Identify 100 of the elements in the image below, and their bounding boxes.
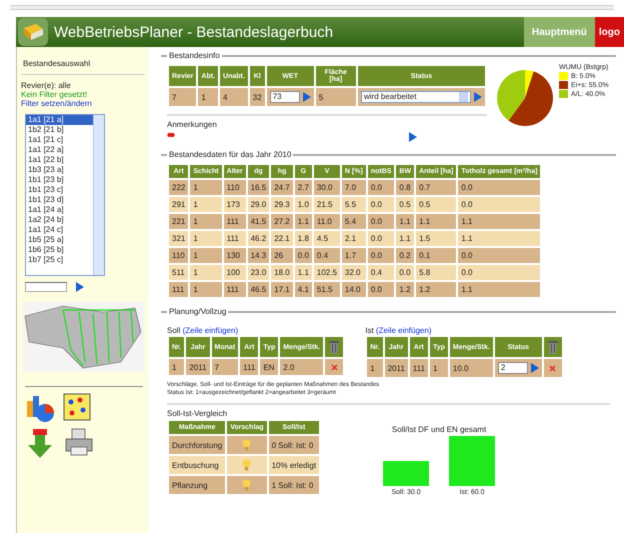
remarks-label: Anmerkungen [167, 120, 218, 129]
table-cell: 46.2 [248, 231, 270, 246]
table-cell: 2011 [384, 359, 408, 377]
table-cell: 2011 [186, 359, 210, 375]
table-cell: 0.4 [314, 248, 340, 263]
table-cell: 41.5 [248, 214, 270, 229]
stand-list-item[interactable]: 1a1 [22 a] [26, 145, 93, 155]
table-cell: 111 [410, 359, 428, 377]
table-cell: 1 Soll: Ist: 0 [268, 476, 320, 494]
table-cell: 1.5 [416, 231, 456, 246]
play-arrow-icon[interactable] [473, 92, 482, 102]
table-cell: 110 [224, 180, 246, 195]
table-cell: Entbuschung [169, 456, 226, 474]
map-icon[interactable] [63, 393, 91, 421]
table-cell: 1.1 [458, 282, 540, 297]
table-cell: 1 [169, 359, 184, 375]
scrollbar[interactable] [93, 115, 104, 275]
filter-link[interactable]: Filter setzen/ändern [21, 99, 145, 108]
table-cell: 17.1 [271, 282, 293, 297]
stand-list-item[interactable]: 1b5 [25 a] [26, 235, 93, 245]
table-cell: EN [260, 359, 278, 375]
download-icon[interactable] [25, 427, 55, 459]
delete-icon[interactable] [549, 365, 556, 372]
play-arrow-icon[interactable] [302, 92, 311, 102]
bar [383, 461, 430, 486]
table-cell: 1.2 [416, 282, 456, 297]
table-cell: 1 [190, 180, 222, 195]
chart-icon[interactable] [25, 393, 55, 423]
printer-icon[interactable] [63, 427, 95, 457]
table-cell: 111 [224, 214, 246, 229]
insert-row-link[interactable]: (Zeile einfügen) [182, 326, 238, 335]
section-title: Bestandesdaten für das Jahr 2010 [168, 150, 292, 159]
table-cell: 21.5 [314, 197, 340, 212]
table-cell: 4.5 [314, 231, 340, 246]
table-cell: 102.5 [314, 265, 340, 280]
table-cell: 46.5 [248, 282, 270, 297]
stand-list-item[interactable]: 1b1 [23 b] [26, 175, 93, 185]
stand-list-item[interactable]: 1a1 [22 b] [26, 155, 93, 165]
table-cell: 0.0 [368, 180, 394, 195]
stand-list-item[interactable]: 1a2 [24 b] [26, 215, 93, 225]
table-cell: 291 [169, 197, 188, 212]
stand-input-field[interactable] [25, 282, 67, 292]
district-filter-text: Revier(e): alle [21, 81, 72, 90]
table-cell: 4.1 [294, 282, 312, 297]
table-cell: 321 [169, 231, 188, 246]
table-cell: Pflanzung [169, 476, 226, 494]
stand-list-item[interactable]: 1b1 [23 d] [26, 195, 93, 205]
table-cell: 111 [169, 282, 188, 297]
table-cell: 0.0 [458, 197, 540, 212]
status-dropdown[interactable]: wird bearbeitet [361, 91, 471, 103]
logout-button[interactable]: logo [594, 17, 624, 47]
table-cell: 0.0 [368, 197, 394, 212]
stand-list-item[interactable]: 1a1 [21 c] [26, 135, 93, 145]
delete-icon[interactable] [330, 364, 338, 372]
stand-list-item[interactable]: 1b6 [25 b] [26, 245, 93, 255]
table-cell: 24.7 [271, 180, 293, 195]
table-cell: 0.0 [368, 214, 394, 229]
stand-list[interactable]: 1a1 [21 a] 1b2 [21 b] 1a1 [21 c] 1a1 [22 a] 1a1 [22 b] 1b3 [23 a] 1b1 [23 b] 1b1 [23 c] 1b1 [23 d] 1a1 [24 a] 1a2 [24 b] 1a1 [24 c] 1b5 [25 a] 1b6 [25 b] 1b7 [25 c] [25, 114, 105, 276]
insert-row-link[interactable]: (Zeile einfügen) [376, 326, 432, 335]
table-cell: 1.1 [396, 231, 414, 246]
comparison-title: Soll-Ist-Vergleich [167, 409, 228, 418]
table-cell: 0.0 [368, 231, 394, 246]
table-cell: 111 [224, 282, 246, 297]
table-cell: 51.5 [314, 282, 340, 297]
play-arrow-icon[interactable] [408, 132, 417, 142]
stand-list-item[interactable]: 1b3 [23 a] [26, 165, 93, 175]
table-cell: 5 [316, 88, 356, 106]
table-cell: 1.1 [294, 265, 312, 280]
table-cell: 7.0 [342, 180, 366, 195]
table-cell: 1.2 [396, 282, 414, 297]
stand-list-item[interactable]: 1a1 [24 a] [26, 205, 93, 215]
sidebar-title: Bestandesauswahl [21, 55, 145, 75]
stand-list-item[interactable]: 1a1 [21 a] [26, 115, 93, 125]
table-cell: 1.1 [294, 214, 312, 229]
bar [449, 436, 496, 486]
stand-list-item[interactable]: 1b1 [23 c] [26, 185, 93, 195]
table-cell: 110 [169, 248, 188, 263]
play-arrow-icon[interactable] [75, 282, 84, 292]
status-field[interactable]: 2 [498, 362, 528, 374]
table-cell: 1.0 [294, 197, 312, 212]
table-cell: 0.4 [368, 265, 394, 280]
filter-status-text: Kein Filter gesetzt! [21, 90, 88, 99]
table-cell: 111 [224, 231, 246, 246]
table-cell: 0.0 [294, 248, 312, 263]
table-cell: 100 [224, 265, 246, 280]
play-arrow-icon[interactable] [530, 363, 539, 373]
table-cell: 29.3 [271, 197, 293, 212]
stand-list-item[interactable]: 1b7 [25 c] [26, 255, 93, 265]
table-cell: 10% erledigt [268, 456, 320, 474]
table-cell: 0.5 [416, 197, 456, 212]
input-field[interactable]: 73 [270, 91, 300, 103]
table-cell: 5.5 [342, 197, 366, 212]
table-cell: Durchforstung [169, 436, 226, 454]
stand-list-item[interactable]: 1b2 [21 b] [26, 125, 93, 135]
table-cell: 5.8 [416, 265, 456, 280]
stand-list-item[interactable]: 1a1 [24 c] [26, 225, 93, 235]
table-cell: 14.3 [248, 248, 270, 263]
table-cell: 10.0 [450, 359, 493, 377]
table-cell: 2.0 [280, 359, 324, 375]
table-cell: 222 [169, 180, 188, 195]
